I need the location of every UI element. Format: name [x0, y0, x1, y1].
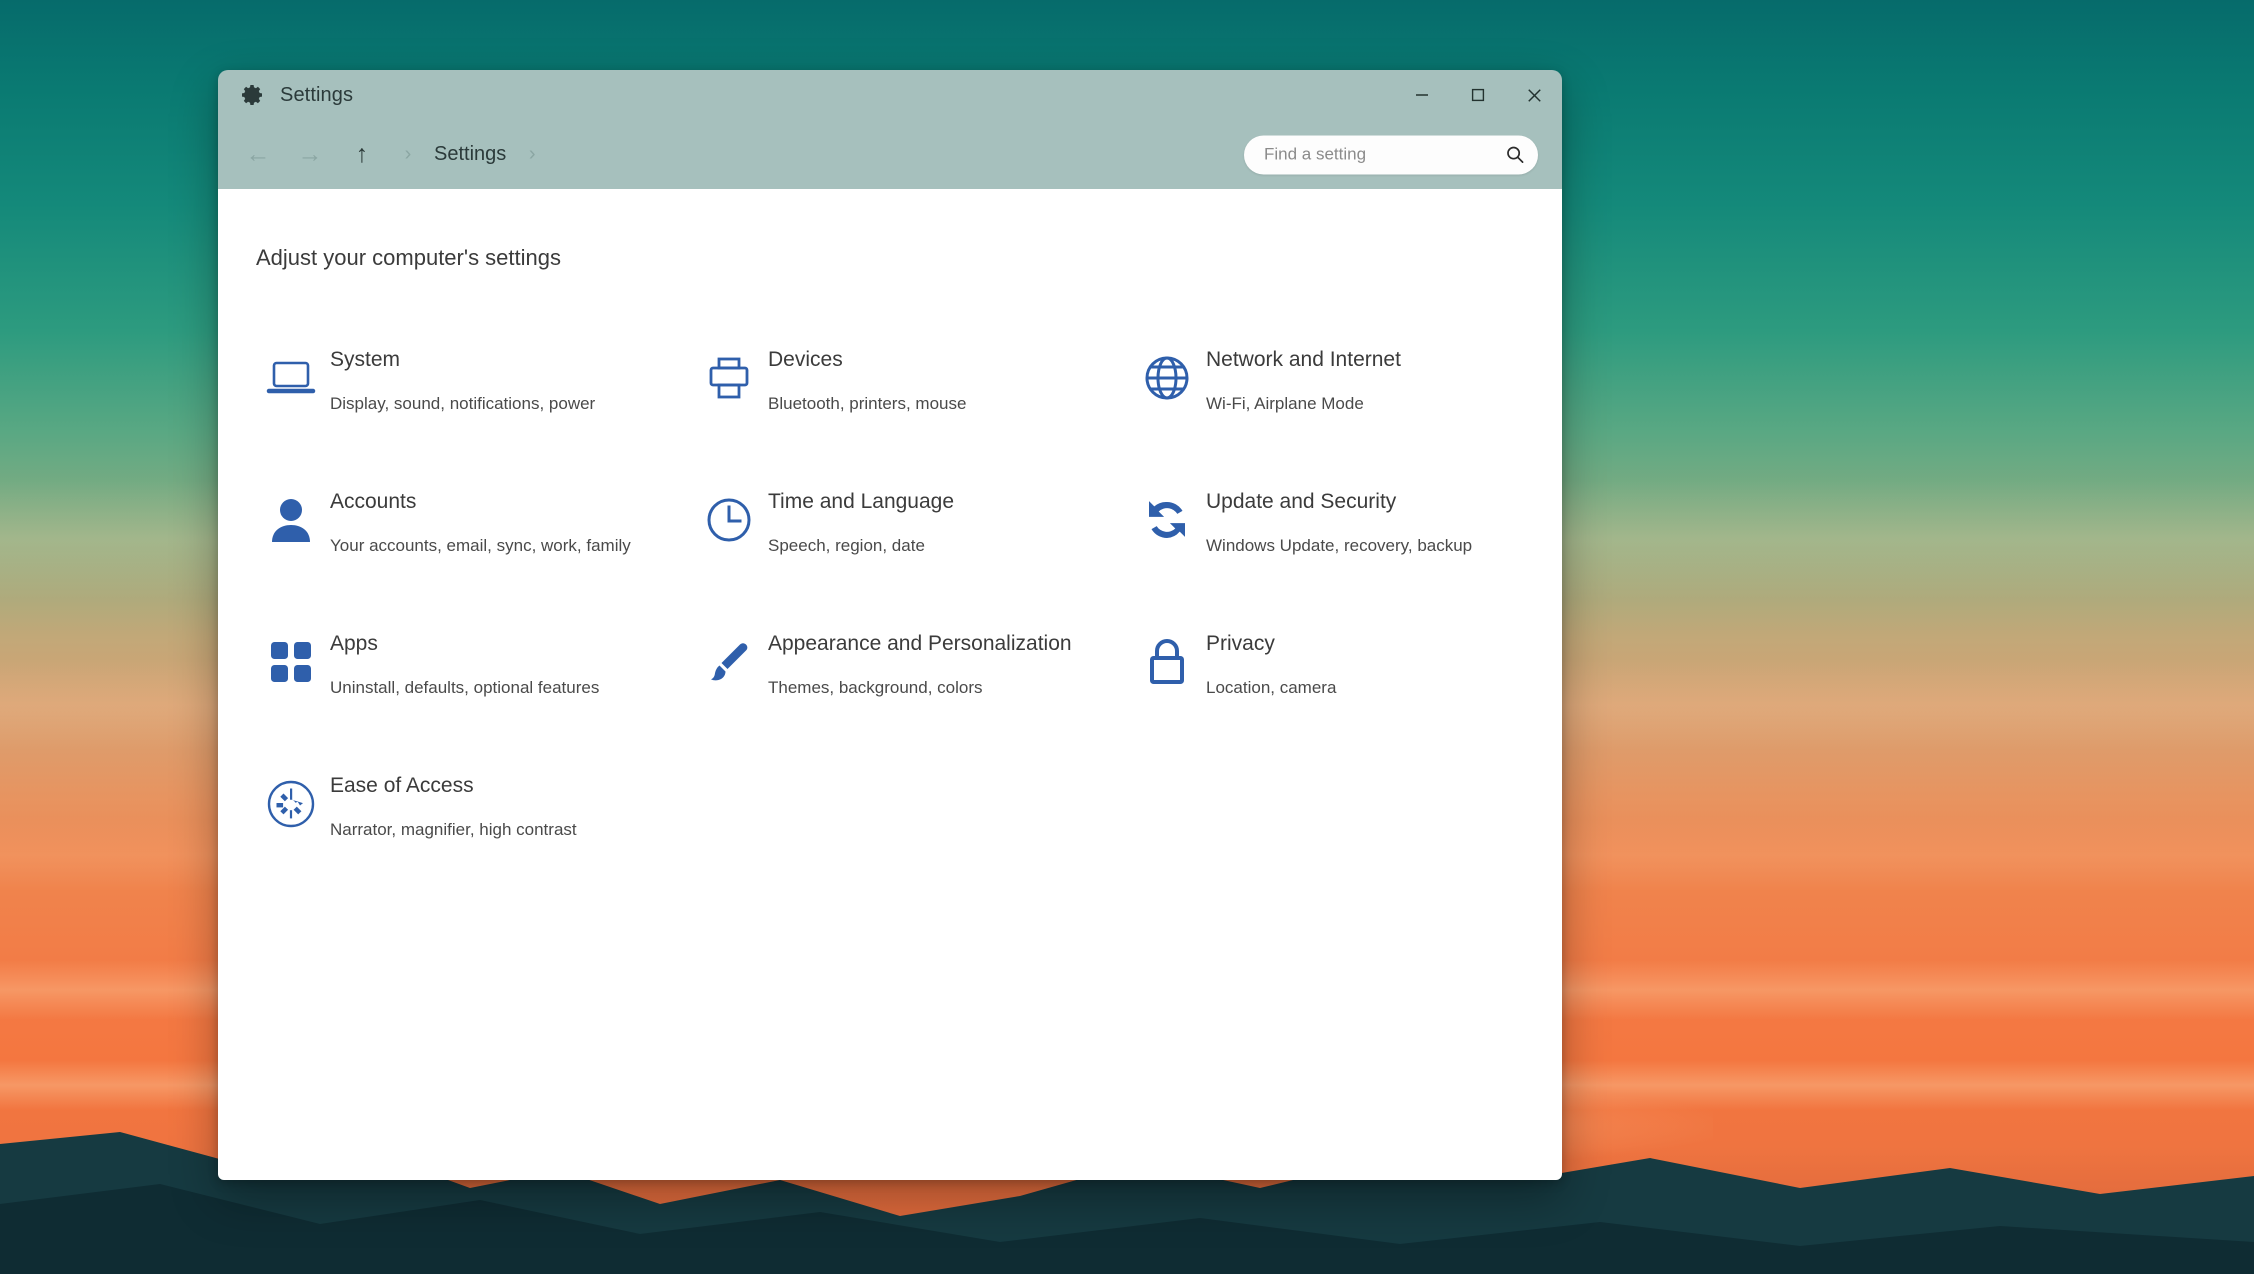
tile-title: Appearance and Personalization	[768, 632, 1072, 655]
tile-subtitle: Your accounts, email, sync, work, family	[330, 536, 631, 556]
settings-window: Settings ← → ↑ › Settings › Find a setti…	[218, 70, 1562, 1180]
tile-subtitle: Windows Update, recovery, backup	[1206, 536, 1473, 556]
maximize-button[interactable]	[1450, 70, 1506, 120]
window-title: Settings	[280, 83, 354, 106]
chevron-right-icon[interactable]: ›	[512, 143, 552, 166]
close-button[interactable]	[1506, 70, 1562, 120]
tile-system[interactable]: System Display, sound, notifications, po…	[234, 329, 672, 427]
tile-title: System	[330, 348, 401, 371]
navigation-bar: ← → ↑ › Settings ›	[218, 120, 1562, 189]
tile-subtitle: Speech, region, date	[768, 536, 925, 556]
laptop-icon	[252, 339, 330, 417]
tile-subtitle: Themes, background, colors	[768, 678, 983, 698]
tile-title: Accounts	[330, 490, 417, 513]
tile-title: Ease of Access	[330, 774, 474, 797]
clock-icon	[690, 481, 768, 559]
maximize-icon	[1471, 88, 1485, 102]
minimize-icon	[1416, 94, 1428, 96]
sync-icon	[1128, 481, 1206, 559]
tile-title: Update and Security	[1206, 490, 1397, 513]
tile-title: Apps	[330, 632, 378, 655]
tile-devices[interactable]: Devices Bluetooth, printers, mouse	[672, 329, 1110, 427]
tile-accounts[interactable]: Accounts Your accounts, email, sync, wor…	[234, 471, 672, 569]
lock-icon	[1128, 623, 1206, 701]
tile-title: Privacy	[1206, 632, 1275, 655]
gear-icon	[240, 82, 266, 108]
grid-squares-icon	[252, 623, 330, 701]
desktop-wallpaper: Settings ← → ↑ › Settings › Find a setti…	[0, 0, 2254, 1274]
search-box[interactable]	[1244, 135, 1538, 174]
tile-title: Devices	[768, 348, 843, 371]
person-icon	[252, 481, 330, 559]
tile-title: Network and Internet	[1206, 348, 1401, 371]
up-button[interactable]: ↑	[336, 132, 388, 178]
search-input[interactable]	[1264, 144, 1500, 165]
back-button[interactable]: ←	[232, 132, 284, 178]
settings-content: Adjust your computer's settings System D…	[218, 189, 1562, 1180]
tile-subtitle: Bluetooth, printers, mouse	[768, 394, 967, 414]
accessibility-icon	[252, 765, 330, 843]
tile-subtitle: Display, sound, notifications, power	[330, 394, 596, 414]
tile-title: Time and Language	[768, 490, 955, 513]
forward-button[interactable]: →	[284, 132, 336, 178]
breadcrumb-settings[interactable]: Settings	[428, 139, 512, 170]
tile-subtitle: Wi-Fi, Airplane Mode	[1206, 394, 1364, 414]
close-icon	[1527, 88, 1541, 102]
tile-subtitle: Uninstall, defaults, optional features	[330, 678, 600, 698]
tile-appearance-and-personalization[interactable]: Appearance and Personalization Themes, b…	[672, 613, 1110, 711]
window-controls	[1394, 70, 1562, 120]
tile-update-and-security[interactable]: Update and Security Windows Update, reco…	[1110, 471, 1548, 569]
tile-ease-of-access[interactable]: Ease of Access Narrator, magnifier, high…	[234, 755, 672, 853]
page-title: Adjust your computer's settings	[256, 245, 562, 270]
minimize-button[interactable]	[1394, 70, 1450, 120]
settings-category-grid: System Display, sound, notifications, po…	[218, 329, 1562, 853]
chevron-right-icon: ›	[404, 143, 412, 165]
paintbrush-icon	[690, 623, 768, 701]
tile-apps[interactable]: Apps Uninstall, defaults, optional featu…	[234, 613, 672, 711]
window-titlebar[interactable]: Settings	[218, 70, 1562, 120]
globe-icon	[1128, 339, 1206, 417]
search-icon[interactable]	[1500, 145, 1530, 165]
tile-subtitle: Location, camera	[1206, 678, 1337, 698]
tile-privacy[interactable]: Privacy Location, camera	[1110, 613, 1548, 711]
tile-time-and-language[interactable]: Time and Language Speech, region, date	[672, 471, 1110, 569]
printer-icon	[690, 339, 768, 417]
tile-subtitle: Narrator, magnifier, high contrast	[330, 820, 577, 840]
tile-network-and-internet[interactable]: Network and Internet Wi-Fi, Airplane Mod…	[1110, 329, 1548, 427]
